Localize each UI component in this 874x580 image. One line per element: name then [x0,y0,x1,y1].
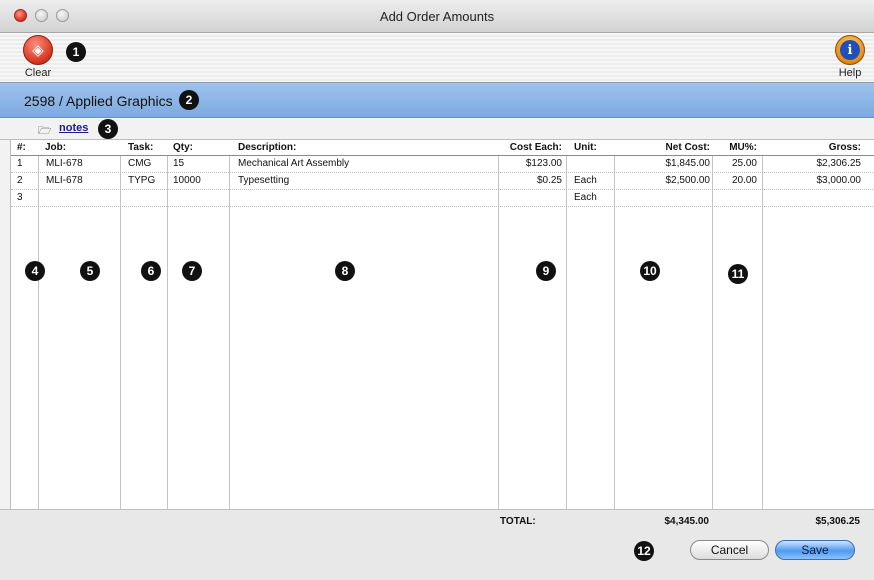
callout-badge-10: 10 [640,261,660,281]
add-order-amounts-window: Add Order Amounts ◈ Clear 1 i Help 2598 … [0,0,874,580]
column-divider [762,156,763,509]
client-label: 2598 / Applied Graphics [24,93,173,109]
row-job[interactable]: MLI-678 [46,158,83,169]
title-bar: Add Order Amounts [0,0,874,33]
header-net-cost: Net Cost: [665,142,710,153]
callout-badge-11: 11 [728,264,748,284]
row-description[interactable]: Mechanical Art Assembly [238,158,349,169]
header-job: Job: [45,142,67,153]
column-divider [614,156,615,509]
total-gross: $5,306.25 [815,516,861,527]
header-num: #: [17,142,26,153]
eraser-icon: ◈ [23,35,53,65]
table-row[interactable]: 1 MLI-678 CMG 15 Mechanical Art Assembly… [11,156,874,173]
callout-badge-5: 5 [80,261,100,281]
column-divider [229,156,230,509]
callout-badge-12: 12 [634,541,654,561]
row-cost-each[interactable]: $0.25 [500,175,562,186]
notes-row: 🗁 notes 3 [0,118,874,140]
column-divider [498,156,499,509]
help-button[interactable]: i Help [830,35,870,79]
table-row[interactable]: 3 Each [11,190,874,207]
header-qty: Qty: [173,142,193,153]
table-header: #: Job: Task: Qty: Description: Cost Eac… [11,140,874,156]
callout-badge-2: 2 [179,90,199,110]
row-qty[interactable]: 15 [173,158,184,169]
row-mu-pct[interactable]: 20.00 [713,175,757,186]
totals-footer: TOTAL: $4,345.00 $5,306.25 12 Cancel Sav… [0,509,874,580]
info-icon: i [835,35,865,65]
row-description[interactable]: Typesetting [238,175,289,186]
notes-link[interactable]: notes [59,122,88,134]
column-divider [167,156,168,509]
row-cost-each[interactable]: $123.00 [500,158,562,169]
column-divider [120,156,121,509]
callout-badge-1: 1 [66,42,86,62]
row-num: 3 [17,192,23,203]
toolbar: ◈ Clear 1 i Help [0,33,874,83]
column-divider [712,156,713,509]
row-task[interactable]: CMG [128,158,151,169]
amounts-table: #: Job: Task: Qty: Description: Cost Eac… [10,140,874,509]
total-label: TOTAL: [500,516,536,527]
window-title: Add Order Amounts [379,9,495,24]
row-mu-pct[interactable]: 25.00 [713,158,757,169]
callout-badge-3: 3 [98,119,118,139]
row-gross[interactable]: $3,000.00 [763,175,862,186]
header-mu-pct: MU%: [729,142,757,153]
row-qty[interactable]: 10000 [173,175,201,186]
table-row[interactable]: 2 MLI-678 TYPG 10000 Typesetting $0.25 E… [11,173,874,190]
header-task: Task: [128,142,154,153]
clear-label: Clear [24,67,52,79]
callout-badge-7: 7 [182,261,202,281]
callout-badge-4: 4 [25,261,45,281]
row-task[interactable]: TYPG [128,175,155,186]
clear-button[interactable]: ◈ Clear [18,35,58,79]
header-description: Description: [238,142,297,153]
callout-badge-8: 8 [335,261,355,281]
row-net-cost[interactable]: $1,845.00 [615,158,711,169]
callout-badge-9: 9 [536,261,556,281]
header-cost-each: Cost Each: [509,142,562,153]
total-net-cost: $4,345.00 [664,516,710,527]
row-gross[interactable]: $2,306.25 [763,158,862,169]
column-divider [38,156,39,509]
cancel-button[interactable]: Cancel [690,540,769,560]
help-label: Help [838,67,862,79]
column-divider [566,156,567,509]
save-button[interactable]: Save [775,540,855,560]
row-job[interactable]: MLI-678 [46,175,83,186]
row-unit[interactable]: Each [574,175,597,186]
callout-badge-6: 6 [141,261,161,281]
row-num: 1 [17,158,23,169]
row-num: 2 [17,175,23,186]
folder-icon: 🗁 [38,125,52,137]
client-bar: 2598 / Applied Graphics 2 [0,83,874,118]
header-gross: Gross: [828,142,861,153]
row-net-cost[interactable]: $2,500.00 [615,175,711,186]
row-unit[interactable]: Each [574,192,597,203]
header-unit: Unit: [574,142,597,153]
